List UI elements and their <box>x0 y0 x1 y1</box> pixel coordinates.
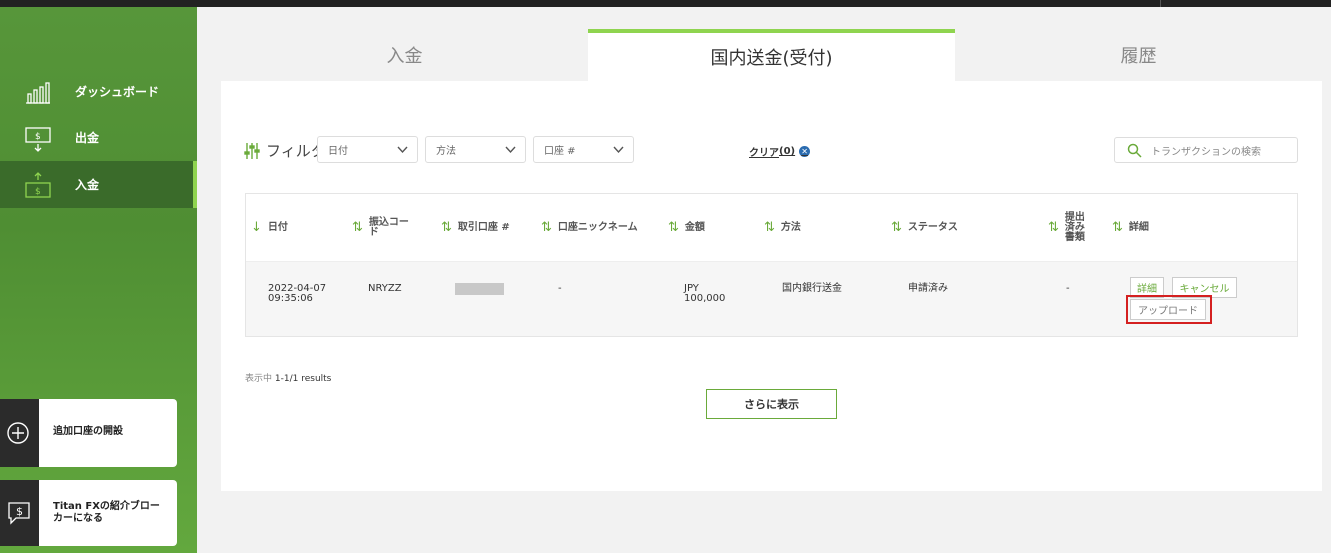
bar-chart-icon <box>24 78 52 106</box>
sort-icon: ⇅ <box>1112 220 1123 235</box>
clear-label: クリア <box>749 148 779 159</box>
masked-account-number <box>455 283 504 295</box>
column-header-date[interactable]: ↓ 日付 <box>251 194 288 262</box>
close-circle-icon: ✕ <box>799 146 811 157</box>
transaction-search-input[interactable]: トランザクションの検索 <box>1114 137 1298 163</box>
chevron-down-icon <box>397 146 408 154</box>
show-more-button[interactable]: さらに表示 <box>706 389 837 419</box>
withdraw-icon: $ <box>24 124 52 152</box>
account-filter-value: 口座 # <box>544 146 576 157</box>
clear-filters-link[interactable]: クリア (0) ✕ <box>749 144 811 159</box>
column-header-method[interactable]: ⇅ 方法 <box>764 194 801 262</box>
sort-icon: ⇅ <box>891 220 902 235</box>
sort-icon: ⇅ <box>352 220 363 235</box>
sidebar: ダッシュボード $ 出金 $ 入金 追加口座の開設 $ Titan FXの紹介ブ… <box>0 7 197 553</box>
sidebar-item-label: 出金 <box>75 131 100 145</box>
date-filter-dropdown[interactable]: 日付 <box>317 136 418 163</box>
table-row: 2022-04-07 09:35:06 NRYZZ - JPY 100,000 … <box>246 262 1297 336</box>
top-bar-divider <box>1160 0 1161 7</box>
sort-icon: ⇅ <box>541 220 552 235</box>
sort-icon: ⇅ <box>668 220 679 235</box>
results-count: 表示中 1-1/1 results <box>245 374 332 384</box>
filter-label: フィルタ <box>244 140 326 161</box>
row-transfer-code: NRYZZ <box>368 283 402 294</box>
filter-sliders-icon <box>244 142 260 159</box>
open-additional-account-card[interactable]: 追加口座の開設 <box>0 399 177 467</box>
sort-icon: ⇅ <box>441 220 452 235</box>
method-filter-dropdown[interactable]: 方法 <box>425 136 526 163</box>
sort-icon: ⇅ <box>764 220 775 235</box>
column-header-details[interactable]: ⇅ 詳細 <box>1112 194 1149 262</box>
promo-label: 追加口座の開設 <box>53 426 123 437</box>
top-bar <box>0 0 1331 7</box>
chevron-down-icon <box>505 146 516 154</box>
table-header: ↓ 日付 ⇅ 振込コード ⇅ 取引口座 # ⇅ 口座ニックネーム ⇅ 金額 ⇅ 方法 ⇅ ステ… <box>246 194 1297 262</box>
column-header-amount[interactable]: ⇅ 金額 <box>668 194 705 262</box>
svg-text:$: $ <box>16 505 23 518</box>
introducing-broker-card[interactable]: $ Titan FXの紹介ブローカーになる <box>0 480 177 546</box>
sidebar-item-label: ダッシュボード <box>75 85 160 99</box>
account-filter-dropdown[interactable]: 口座 # <box>533 136 634 163</box>
row-nickname: - <box>558 283 562 294</box>
row-amount: JPY 100,000 <box>684 283 726 304</box>
column-header-status[interactable]: ⇅ ステータス <box>891 194 958 262</box>
plus-circle-icon <box>7 422 29 444</box>
date-filter-value: 日付 <box>328 146 348 157</box>
search-icon <box>1127 143 1142 158</box>
chevron-down-icon <box>613 146 624 154</box>
sidebar-item-deposit[interactable]: $ 入金 <box>0 161 197 208</box>
column-header-transfer-code[interactable]: ⇅ 振込コード <box>352 194 422 262</box>
sidebar-item-dashboard[interactable]: ダッシュボード <box>0 68 197 115</box>
upload-highlight-box <box>1126 295 1212 324</box>
svg-text:$: $ <box>35 132 41 142</box>
column-header-account[interactable]: ⇅ 取引口座 # <box>441 194 510 262</box>
sidebar-item-label: 入金 <box>75 178 100 192</box>
tab-deposit[interactable]: 入金 <box>221 29 588 81</box>
promo-icon-area <box>0 399 39 467</box>
column-header-documents[interactable]: ⇅ 提出済み書類 <box>1048 194 1087 262</box>
tab-domestic-transfer[interactable]: 国内送金(受付) <box>588 29 955 81</box>
row-date: 2022-04-07 09:35:06 <box>268 283 327 304</box>
row-method: 国内銀行送金 <box>782 283 842 294</box>
row-documents: - <box>1066 283 1070 294</box>
sort-icon: ⇅ <box>1048 220 1059 235</box>
search-placeholder: トランザクションの検索 <box>1151 146 1261 158</box>
dollar-chat-icon: $ <box>8 502 30 525</box>
column-header-nickname[interactable]: ⇅ 口座ニックネーム <box>541 194 638 262</box>
sort-down-icon: ↓ <box>251 220 262 235</box>
tab-history[interactable]: 履歴 <box>955 29 1322 81</box>
row-status: 申請済み <box>908 283 948 294</box>
deposit-icon: $ <box>24 171 52 199</box>
transactions-table: ↓ 日付 ⇅ 振込コード ⇅ 取引口座 # ⇅ 口座ニックネーム ⇅ 金額 ⇅ 方法 ⇅ ステ… <box>245 193 1298 337</box>
sidebar-item-withdraw[interactable]: $ 出金 <box>0 114 197 161</box>
clear-count: (0) <box>779 146 796 157</box>
promo-label: Titan FXの紹介ブローカーになる <box>53 501 160 524</box>
method-filter-value: 方法 <box>436 146 456 157</box>
promo-icon-area: $ <box>0 480 39 546</box>
svg-text:$: $ <box>35 187 41 197</box>
